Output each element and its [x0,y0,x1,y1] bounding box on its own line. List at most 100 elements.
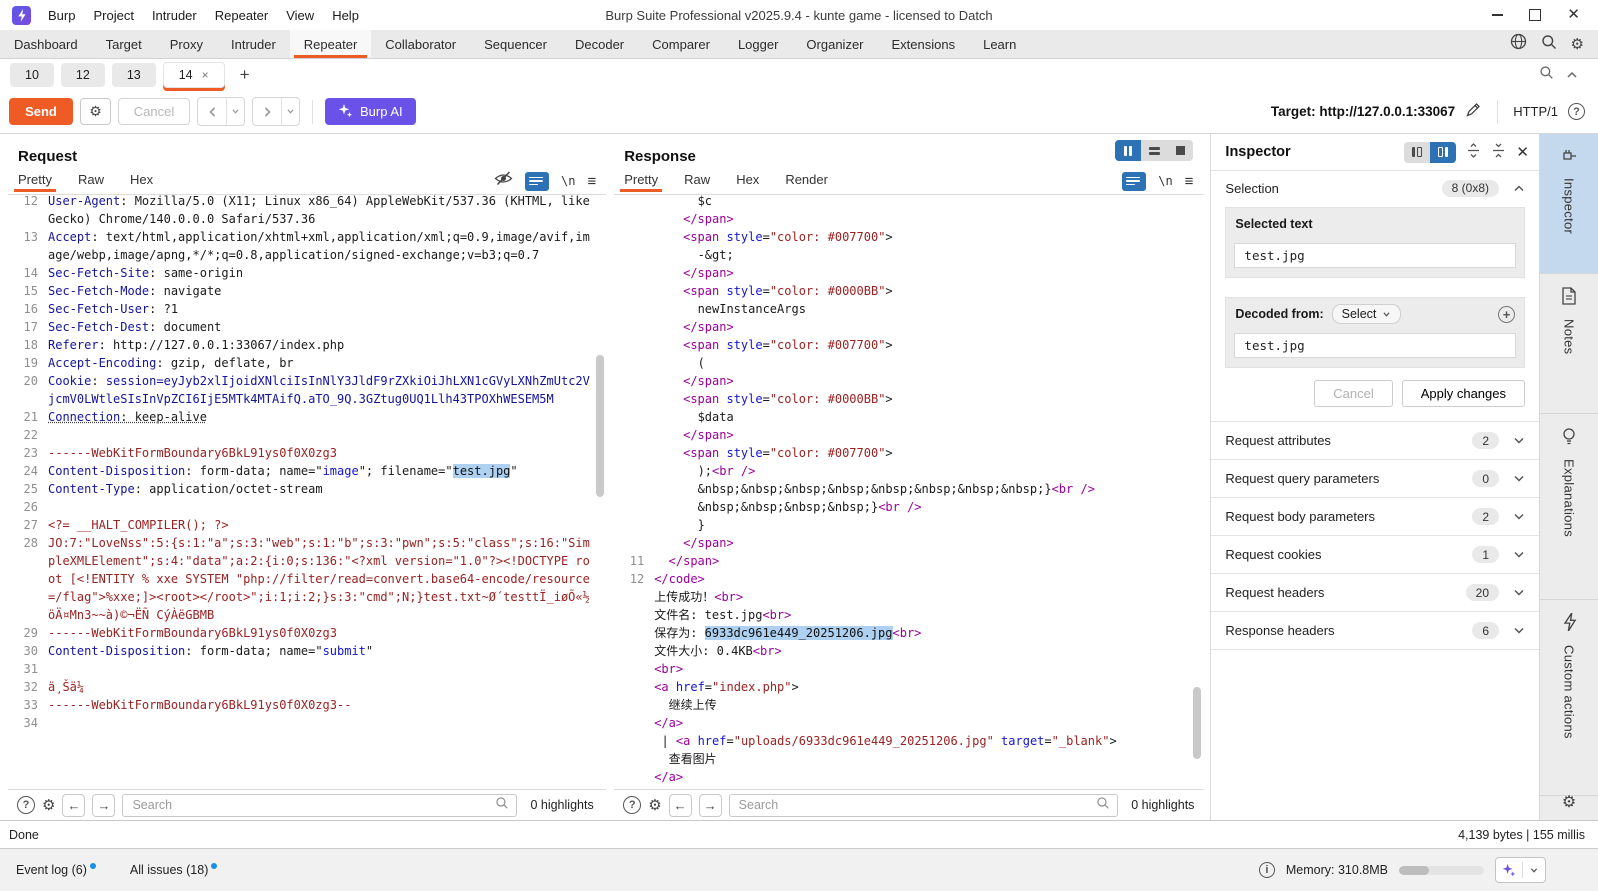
history-forward-button[interactable] [253,98,281,125]
inspector-section-request-headers[interactable]: Request headers 20 [1211,573,1539,611]
search-next-button[interactable]: → [698,793,722,817]
collapse-all-icon[interactable] [1491,143,1506,161]
tab-search-icon[interactable] [1539,65,1554,85]
nav-tab-proxy[interactable]: Proxy [156,30,217,58]
inspector-section-response-headers[interactable]: Response headers 6 [1211,611,1539,650]
maximize-icon[interactable] [1529,9,1542,21]
decoded-value-input[interactable] [1235,338,1515,353]
inspector-section-request-attributes[interactable]: Request attributes 2 [1211,421,1539,459]
history-back-dropdown[interactable] [226,98,244,125]
scrollbar-thumb[interactable] [1193,687,1202,759]
settings-gear-icon[interactable]: ⚙ [1571,35,1584,53]
selected-text-input[interactable] [1235,248,1515,263]
request-search-input[interactable] [130,797,496,813]
split-columns-toggle-icon[interactable] [1115,140,1142,161]
single-view-toggle-icon[interactable] [1167,140,1193,161]
search-prev-button[interactable]: ← [62,793,86,817]
nav-tab-logger[interactable]: Logger [724,30,792,58]
close-window-icon[interactable]: ✕ [1567,7,1580,22]
search-help-icon[interactable]: ? [623,796,642,814]
word-wrap-toggle-icon[interactable] [525,171,549,191]
hide-headers-eye-icon[interactable] [494,171,513,191]
all-issues-tab[interactable]: All issues (18) [130,863,218,877]
search-next-button[interactable]: → [92,793,116,817]
search-prev-button[interactable]: ← [668,793,692,817]
side-tab-inspector[interactable]: Inspector [1540,134,1598,274]
side-tab-custom-actions[interactable]: Custom actions [1540,600,1598,796]
dock-side-toggle-icon[interactable] [1404,142,1430,163]
search-help-icon[interactable]: ? [17,796,35,814]
inspector-cancel-button[interactable]: Cancel [1314,380,1393,407]
nav-tab-extensions[interactable]: Extensions [878,30,970,58]
add-decoding-icon[interactable]: + [1498,305,1515,323]
apply-changes-button[interactable]: Apply changes [1401,380,1525,407]
help-icon[interactable]: ? [1568,103,1585,120]
expand-all-icon[interactable] [1466,143,1481,161]
edit-target-pencil-icon[interactable] [1465,101,1482,123]
editor-menu-icon[interactable]: ≡ [587,173,596,190]
burp-ai-menu-button[interactable] [1495,857,1546,883]
repeater-tab-12[interactable]: 12 [60,62,105,87]
response-tab-hex[interactable]: Hex [736,172,759,191]
scrollbar-thumb[interactable] [596,355,605,497]
menu-repeater[interactable]: Repeater [206,8,277,23]
editor-menu-icon[interactable]: ≡ [1185,173,1194,190]
response-search-input[interactable] [736,797,1097,813]
repeater-tab-10[interactable]: 10 [10,62,54,87]
cancel-button[interactable]: Cancel [118,98,190,125]
history-back-button[interactable] [198,98,226,125]
menu-project[interactable]: Project [84,8,142,23]
show-newlines-icon[interactable]: \n [1158,174,1172,188]
request-editor[interactable]: 12 User-Agent: Mozilla/5.0 (X11; Linux x8… [8,194,607,789]
request-tab-raw[interactable]: Raw [78,172,104,191]
nav-tab-intruder[interactable]: Intruder [217,30,290,58]
nav-tab-dashboard[interactable]: Dashboard [0,30,92,58]
nav-tab-learn[interactable]: Learn [969,30,1030,58]
menu-burp[interactable]: Burp [39,8,84,23]
side-tab-explanations[interactable]: Explanations [1540,414,1598,600]
menu-intruder[interactable]: Intruder [143,8,206,23]
nav-tab-comparer[interactable]: Comparer [638,30,724,58]
collapse-tabbar-icon[interactable] [1566,66,1578,84]
nav-tab-collaborator[interactable]: Collaborator [371,30,470,58]
response-editor[interactable]: $c </span> <span style="color: #007700">… [614,194,1204,789]
send-button[interactable]: Send [9,98,73,125]
show-newlines-icon[interactable]: \n [561,174,575,188]
search-settings-gear-icon[interactable]: ⚙ [648,796,661,814]
repeater-tab-14[interactable]: 14 × [162,61,225,88]
inspector-section-request-body-parameters[interactable]: Request body parameters 2 [1211,497,1539,535]
response-tab-raw[interactable]: Raw [684,172,710,191]
nav-tab-repeater[interactable]: Repeater [289,30,372,58]
inspector-section-request-cookies[interactable]: Request cookies 1 [1211,535,1539,573]
request-tab-hex[interactable]: Hex [130,172,153,191]
burp-ai-button[interactable]: Burp AI [325,98,416,125]
request-tab-pretty[interactable]: Pretty [14,172,56,192]
nav-tab-decoder[interactable]: Decoder [561,30,638,58]
word-wrap-toggle-icon[interactable] [1122,171,1147,191]
nav-tab-target[interactable]: Target [92,30,156,58]
history-forward-dropdown[interactable] [281,98,299,125]
panel-settings-gear-icon[interactable]: ⚙ [1540,792,1598,812]
selection-header[interactable]: Selection 8 (0x8) [1211,171,1539,205]
menu-view[interactable]: View [277,8,323,23]
response-tab-pretty[interactable]: Pretty [620,172,663,192]
decoded-from-select[interactable]: Select [1331,304,1402,324]
close-tab-icon[interactable]: × [202,68,209,82]
search-icon[interactable] [1541,34,1557,55]
search-settings-gear-icon[interactable]: ⚙ [42,796,55,814]
event-log-tab[interactable]: Event log (6) [16,863,96,877]
dock-panel-toggle-icon[interactable] [1430,141,1457,163]
inspector-section-request-query-parameters[interactable]: Request query parameters 0 [1211,459,1539,497]
globe-icon[interactable] [1510,33,1527,55]
side-tab-notes[interactable]: Notes [1540,274,1598,414]
http-version-label[interactable]: HTTP/1 [1513,104,1558,119]
add-tab-button[interactable]: + [232,65,258,85]
close-inspector-icon[interactable]: ✕ [1516,143,1529,161]
send-settings-button[interactable]: ⚙ [80,98,111,125]
menu-help[interactable]: Help [323,8,368,23]
response-tab-render[interactable]: Render [785,172,828,191]
nav-tab-sequencer[interactable]: Sequencer [470,30,561,58]
info-icon[interactable]: i [1258,862,1275,878]
repeater-tab-13[interactable]: 13 [111,62,156,87]
nav-tab-organizer[interactable]: Organizer [792,30,877,58]
